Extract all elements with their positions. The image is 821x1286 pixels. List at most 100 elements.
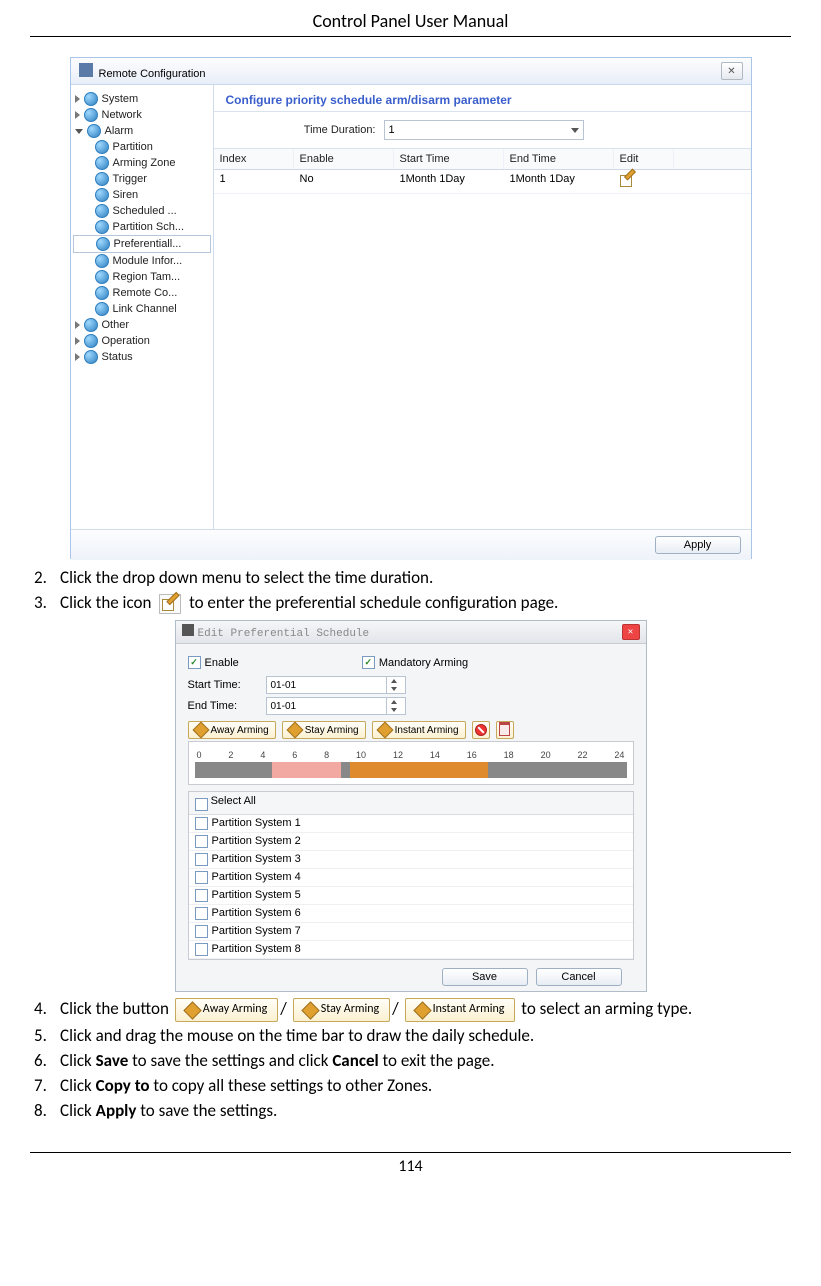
tree-item-alarm[interactable]: Alarm [73, 123, 211, 139]
expand-icon[interactable] [75, 95, 80, 103]
checkbox-icon [195, 907, 208, 920]
close-button[interactable]: ✕ [721, 62, 743, 80]
tree-item-child[interactable]: Remote Co... [73, 285, 211, 301]
partition-row[interactable]: Partition System 1 [189, 815, 633, 833]
timeline-segment[interactable] [350, 762, 488, 778]
globe-icon [95, 172, 109, 186]
partition-row[interactable]: Partition System 8 [189, 941, 633, 959]
expand-icon[interactable] [75, 353, 80, 361]
step-2: 2.Click the drop down menu to select the… [30, 567, 791, 589]
globe-icon [95, 270, 109, 284]
tree-item-network[interactable]: Network [73, 107, 211, 123]
panel-heading: Configure priority schedule arm/disarm p… [214, 85, 751, 112]
tick-label: 12 [393, 750, 403, 760]
tree-item-child[interactable]: Link Channel [73, 301, 211, 317]
pencil-icon [376, 722, 393, 739]
time-duration-dropdown[interactable]: 1 [384, 120, 584, 140]
checkbox-icon [195, 835, 208, 848]
tree-item-child[interactable]: Arming Zone [73, 155, 211, 171]
globe-icon [95, 188, 109, 202]
partition-row[interactable]: Partition System 2 [189, 833, 633, 851]
clear-button[interactable] [472, 721, 490, 739]
away-arming-button[interactable]: Away Arming [188, 721, 276, 739]
tree-item-child[interactable]: Module Infor... [73, 253, 211, 269]
timeline-segment[interactable] [272, 762, 341, 778]
tree-item-child[interactable]: Partition [73, 139, 211, 155]
timeline-bar[interactable] [195, 762, 627, 778]
step-5: 5.Click and drag the mouse on the time b… [30, 1025, 791, 1047]
tree-item-child[interactable]: Siren [73, 187, 211, 203]
tree-item-child[interactable]: Region Tam... [73, 269, 211, 285]
tick-label: 8 [324, 750, 329, 760]
window-title: Remote Configuration [99, 68, 206, 80]
step-8: 8.Click Apply to save the settings. [30, 1100, 791, 1122]
expand-icon[interactable] [75, 321, 80, 329]
table-row[interactable]: 1 No 1Month 1Day 1Month 1Day [214, 170, 751, 194]
step-3: 3.Click the icon to enter the preferenti… [30, 592, 791, 614]
tree-label: Preferentiall... [114, 238, 182, 250]
tree-item-child[interactable]: Partition Sch... [73, 219, 211, 235]
partition-row[interactable]: Partition System 5 [189, 887, 633, 905]
tick-label: 2 [228, 750, 233, 760]
tree-item-child[interactable]: Trigger [73, 171, 211, 187]
edit-icon[interactable] [620, 173, 634, 187]
tick-label: 24 [614, 750, 624, 760]
tree-item-child[interactable]: Scheduled ... [73, 203, 211, 219]
spinner-icon[interactable] [386, 677, 401, 693]
tree-label: Module Infor... [113, 255, 183, 267]
tree-item-child[interactable]: Preferentiall... [73, 235, 211, 253]
tree-label: Partition Sch... [113, 221, 185, 233]
globe-icon [84, 108, 98, 122]
select-all-row[interactable]: Select All [189, 792, 633, 815]
end-time-input[interactable]: 01-01 [266, 697, 406, 715]
input-value: 01-01 [271, 680, 297, 691]
globe-icon [84, 350, 98, 364]
delete-button[interactable] [496, 721, 514, 739]
apply-button[interactable]: Apply [655, 536, 741, 554]
mandatory-arming-checkbox[interactable]: Mandatory Arming [362, 656, 468, 669]
tick-label: 0 [197, 750, 202, 760]
tree-label: Scheduled ... [113, 205, 177, 217]
expand-icon[interactable] [75, 337, 80, 345]
partition-label: Partition System 4 [212, 871, 301, 883]
tree-label: Operation [102, 335, 150, 347]
partition-list: Select All Partition System 1Partition S… [188, 791, 634, 960]
tree-item-system[interactable]: System [73, 91, 211, 107]
enable-checkbox[interactable]: Enable [188, 656, 239, 669]
collapse-icon[interactable] [75, 129, 83, 134]
cancel-button[interactable]: Cancel [536, 968, 622, 986]
checkbox-icon [195, 943, 208, 956]
expand-icon[interactable] [75, 111, 80, 119]
stay-arming-button[interactable]: Stay Arming [282, 721, 366, 739]
tree-item-status[interactable]: Status [73, 349, 211, 365]
tree-item-other[interactable]: Other [73, 317, 211, 333]
chevron-down-icon [571, 128, 579, 133]
partition-row[interactable]: Partition System 4 [189, 869, 633, 887]
no-entry-icon [475, 724, 487, 736]
save-button[interactable]: Save [442, 968, 528, 986]
close-button[interactable]: ✕ [622, 624, 640, 640]
tree-label: Partition [113, 141, 153, 153]
dialog-icon [182, 624, 194, 636]
tick-label: 6 [292, 750, 297, 760]
tick-label: 20 [541, 750, 551, 760]
instant-arming-button[interactable]: Instant Arming [372, 721, 466, 739]
window-titlebar: Remote Configuration ✕ [71, 58, 751, 85]
spinner-icon[interactable] [386, 698, 401, 714]
checkbox-icon [188, 656, 201, 669]
button-label: Instant Arming [395, 725, 459, 736]
checkbox-label: Enable [205, 657, 239, 669]
cell-start: 1Month 1Day [394, 170, 504, 193]
start-time-input[interactable]: 01-01 [266, 676, 406, 694]
partition-row[interactable]: Partition System 6 [189, 905, 633, 923]
globe-icon [84, 92, 98, 106]
timeline-ticks: 024681012141618202224 [195, 750, 627, 760]
partition-row[interactable]: Partition System 3 [189, 851, 633, 869]
navigation-tree[interactable]: System Network Alarm Partition Arming Zon… [71, 85, 214, 529]
cell-enable: No [294, 170, 394, 193]
partition-row[interactable]: Partition System 7 [189, 923, 633, 941]
partition-label: Partition System 3 [212, 853, 301, 865]
step-4: 4.Click the button Away Arming/ Stay Arm… [30, 998, 791, 1022]
pencil-icon [183, 1001, 201, 1019]
tree-item-operation[interactable]: Operation [73, 333, 211, 349]
